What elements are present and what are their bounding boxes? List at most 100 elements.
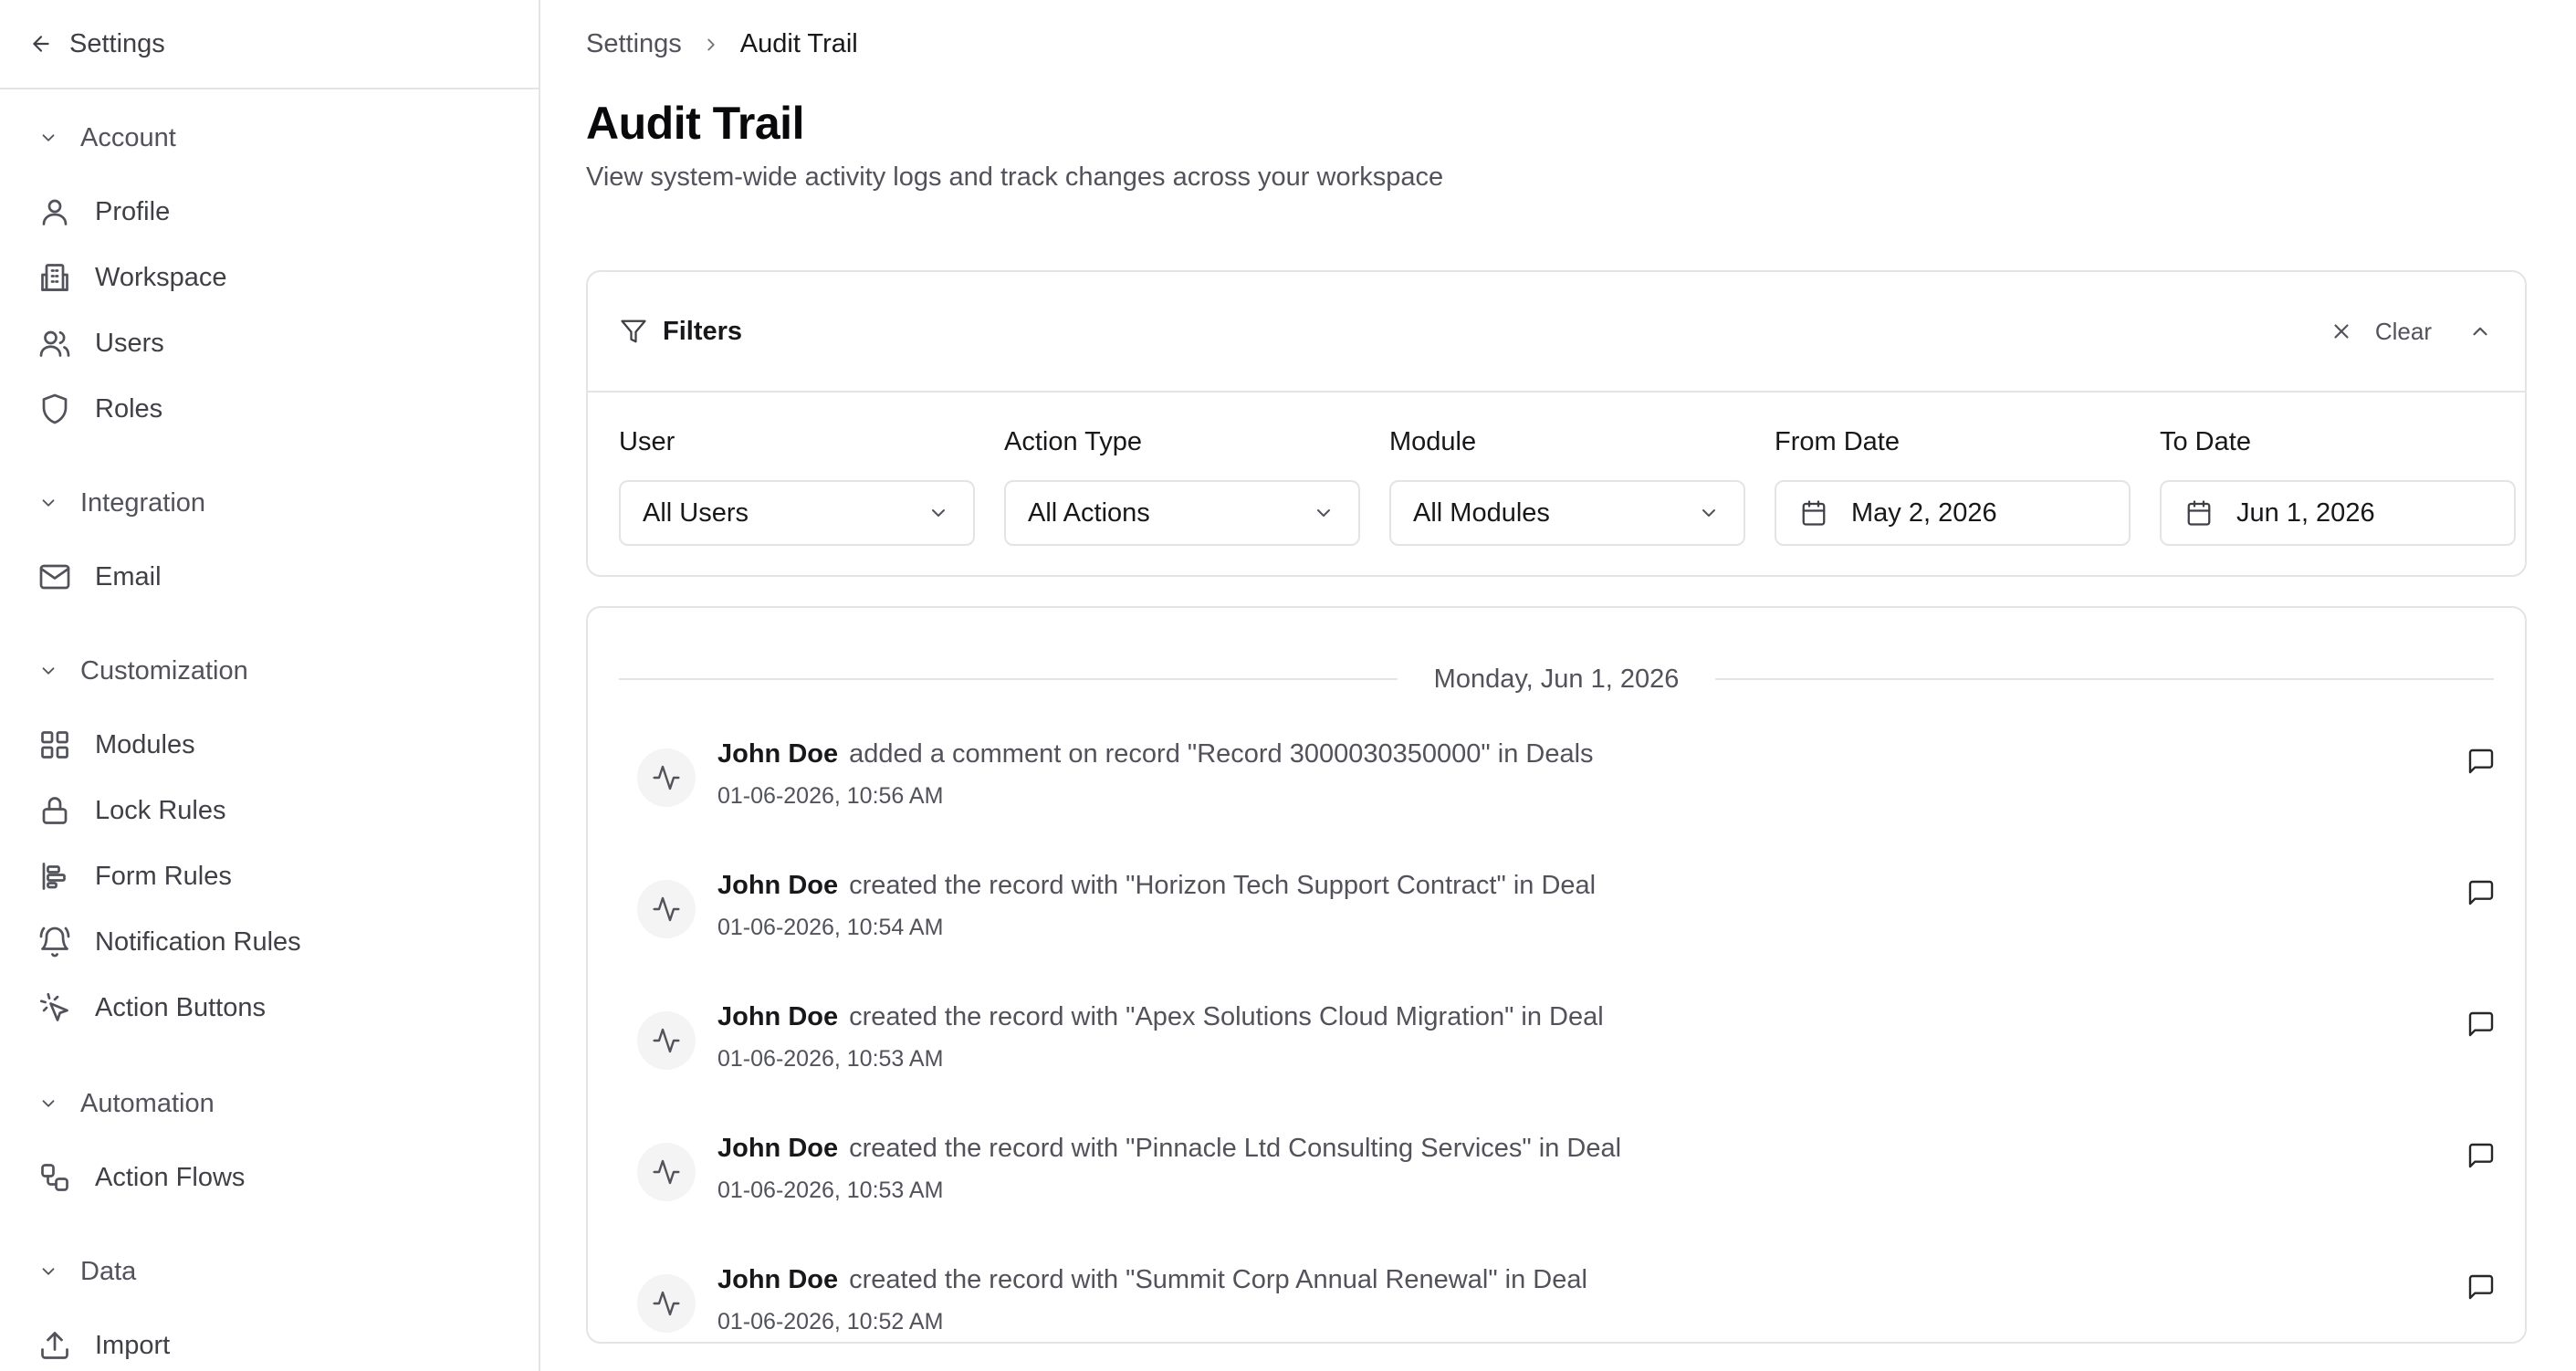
log-entry-timestamp: 01-06-2026, 10:53 AM xyxy=(717,1046,944,1072)
sidebar-item-email[interactable]: Email xyxy=(0,544,539,610)
chevron-down-icon xyxy=(37,659,60,683)
clear-filters-button[interactable]: Clear xyxy=(2328,309,2432,354)
log-entry-user: John Doe xyxy=(717,1265,839,1294)
sidebar-group-label: Automation xyxy=(80,1088,215,1118)
sidebar-item-notification-rules[interactable]: Notification Rules xyxy=(0,909,539,975)
sidebar-item-roles[interactable]: Roles xyxy=(0,376,539,442)
upload-icon xyxy=(37,1327,73,1364)
chevron-down-icon xyxy=(1696,500,1722,526)
filters-title: Filters xyxy=(663,316,743,346)
module-filter-label: Module xyxy=(1389,427,1477,456)
filters-header: Filters Clear xyxy=(588,272,2525,392)
sidebar-group-label: Account xyxy=(80,122,176,152)
sidebar-group-header-customization[interactable]: Customization xyxy=(0,648,539,694)
log-entry-text: John Doe created the record with "Summit … xyxy=(717,1265,1587,1295)
calendar-icon xyxy=(2183,497,2215,529)
page-description: View system-wide activity logs and track… xyxy=(586,162,1444,192)
sidebar-group-customization: Customization Modules Lock Rules Form Ru… xyxy=(0,648,539,1041)
filters-card: Filters Clear User All Users Action Type… xyxy=(586,270,2527,577)
chevron-right-icon xyxy=(698,32,724,58)
sidebar-item-action-flows[interactable]: Action Flows xyxy=(0,1145,539,1210)
sidebar-group-automation: Automation Action Flows xyxy=(0,1081,539,1210)
arrow-left-icon[interactable] xyxy=(27,30,55,58)
from-date-filter: From Date May 2, 2026 xyxy=(1775,427,2131,546)
divider xyxy=(619,678,1398,680)
activity-icon xyxy=(637,748,696,807)
log-entry-text: John Doe created the record with "Pinnacl… xyxy=(717,1134,1621,1164)
log-entry-action: created the record with "Summit Corp Ann… xyxy=(849,1265,1587,1294)
breadcrumb: Settings Audit Trail xyxy=(586,29,858,59)
comment-icon[interactable] xyxy=(2463,1269,2499,1305)
sidebar-group-header-account[interactable]: Account xyxy=(0,115,539,161)
sidebar-group-header-automation[interactable]: Automation xyxy=(0,1081,539,1126)
log-entry: John Doe created the record with "Horizon… xyxy=(637,871,2499,971)
sidebar-item-label: Users xyxy=(95,328,164,358)
sidebar-title[interactable]: Settings xyxy=(69,29,165,59)
action-type-select-value: All Actions xyxy=(1028,497,1150,528)
log-entry-action: created the record with "Horizon Tech Su… xyxy=(849,871,1597,900)
chevron-down-icon xyxy=(37,126,60,150)
log-entry-text: John Doe added a comment on record "Recor… xyxy=(717,739,1594,769)
comment-icon[interactable] xyxy=(2463,1006,2499,1042)
user-select[interactable]: All Users xyxy=(619,480,975,546)
pointer-click-icon xyxy=(37,989,73,1026)
align-left-icon xyxy=(37,858,73,895)
sidebar-item-form-rules[interactable]: Form Rules xyxy=(0,843,539,909)
module-filter: Module All Modules xyxy=(1389,427,1745,546)
log-entry-timestamp: 01-06-2026, 10:53 AM xyxy=(717,1177,944,1203)
from-date-picker[interactable]: May 2, 2026 xyxy=(1775,480,2131,546)
log-entry-timestamp: 01-06-2026, 10:52 AM xyxy=(717,1309,944,1334)
action-type-select[interactable]: All Actions xyxy=(1004,480,1360,546)
log-entry-user: John Doe xyxy=(717,1134,839,1163)
sidebar-item-users[interactable]: Users xyxy=(0,310,539,376)
workflow-icon xyxy=(37,1159,73,1196)
sidebar-item-lock-rules[interactable]: Lock Rules xyxy=(0,778,539,843)
sidebar-item-label: Modules xyxy=(95,729,195,759)
bell-ring-icon xyxy=(37,924,73,960)
comment-icon[interactable] xyxy=(2463,1137,2499,1174)
sidebar-group-header-data[interactable]: Data xyxy=(0,1249,539,1294)
sidebar-item-import[interactable]: Import xyxy=(0,1313,539,1371)
sidebar-group-label: Data xyxy=(80,1256,137,1286)
sidebar-item-action-buttons[interactable]: Action Buttons xyxy=(0,975,539,1041)
log-entry-user: John Doe xyxy=(717,739,839,769)
sidebar-item-label: Roles xyxy=(95,393,163,424)
mail-icon xyxy=(37,559,73,595)
grid-icon xyxy=(37,727,73,763)
to-date-picker[interactable]: Jun 1, 2026 xyxy=(2160,480,2516,546)
settings-sidebar: Settings Account Profile Workspace Users… xyxy=(0,0,540,1371)
chevron-up-icon[interactable] xyxy=(2466,318,2494,345)
filters-body: User All Users Action Type All Actions M… xyxy=(588,392,2525,575)
date-group-label: Monday, Jun 1, 2026 xyxy=(1433,664,1680,694)
sidebar-item-workspace[interactable]: Workspace xyxy=(0,245,539,310)
comment-icon[interactable] xyxy=(2463,743,2499,780)
log-entry-timestamp: 01-06-2026, 10:54 AM xyxy=(717,915,944,940)
sidebar-item-modules[interactable]: Modules xyxy=(0,712,539,778)
page-title: Audit Trail xyxy=(586,98,804,149)
sidebar-group-account: Account Profile Workspace Users Roles xyxy=(0,115,539,442)
chevron-down-icon xyxy=(37,1260,60,1283)
building-icon xyxy=(37,259,73,296)
log-entry-text: John Doe created the record with "Apex So… xyxy=(717,1002,1604,1032)
breadcrumb-settings-link[interactable]: Settings xyxy=(586,29,682,59)
comment-icon[interactable] xyxy=(2463,874,2499,911)
sidebar-group-label: Integration xyxy=(80,487,206,518)
sidebar-item-profile[interactable]: Profile xyxy=(0,179,539,245)
sidebar-item-label: Notification Rules xyxy=(95,926,301,957)
module-select[interactable]: All Modules xyxy=(1389,480,1745,546)
activity-icon xyxy=(637,1143,696,1201)
chevron-down-icon xyxy=(37,1092,60,1115)
user-filter-label: User xyxy=(619,427,675,456)
sidebar-group-data: Data Import xyxy=(0,1249,539,1371)
sidebar-group-header-integration[interactable]: Integration xyxy=(0,480,539,526)
module-select-value: All Modules xyxy=(1413,497,1550,528)
to-date-value: Jun 1, 2026 xyxy=(2236,497,2375,528)
sidebar-item-label: Email xyxy=(95,561,162,591)
sidebar-group-integration: Integration Email xyxy=(0,480,539,610)
user-select-value: All Users xyxy=(643,497,749,528)
shield-icon xyxy=(37,391,73,427)
sidebar-item-label: Workspace xyxy=(95,262,227,292)
from-date-value: May 2, 2026 xyxy=(1851,497,1997,528)
sidebar-item-label: Lock Rules xyxy=(95,795,226,825)
log-entry-timestamp: 01-06-2026, 10:56 AM xyxy=(717,783,944,809)
